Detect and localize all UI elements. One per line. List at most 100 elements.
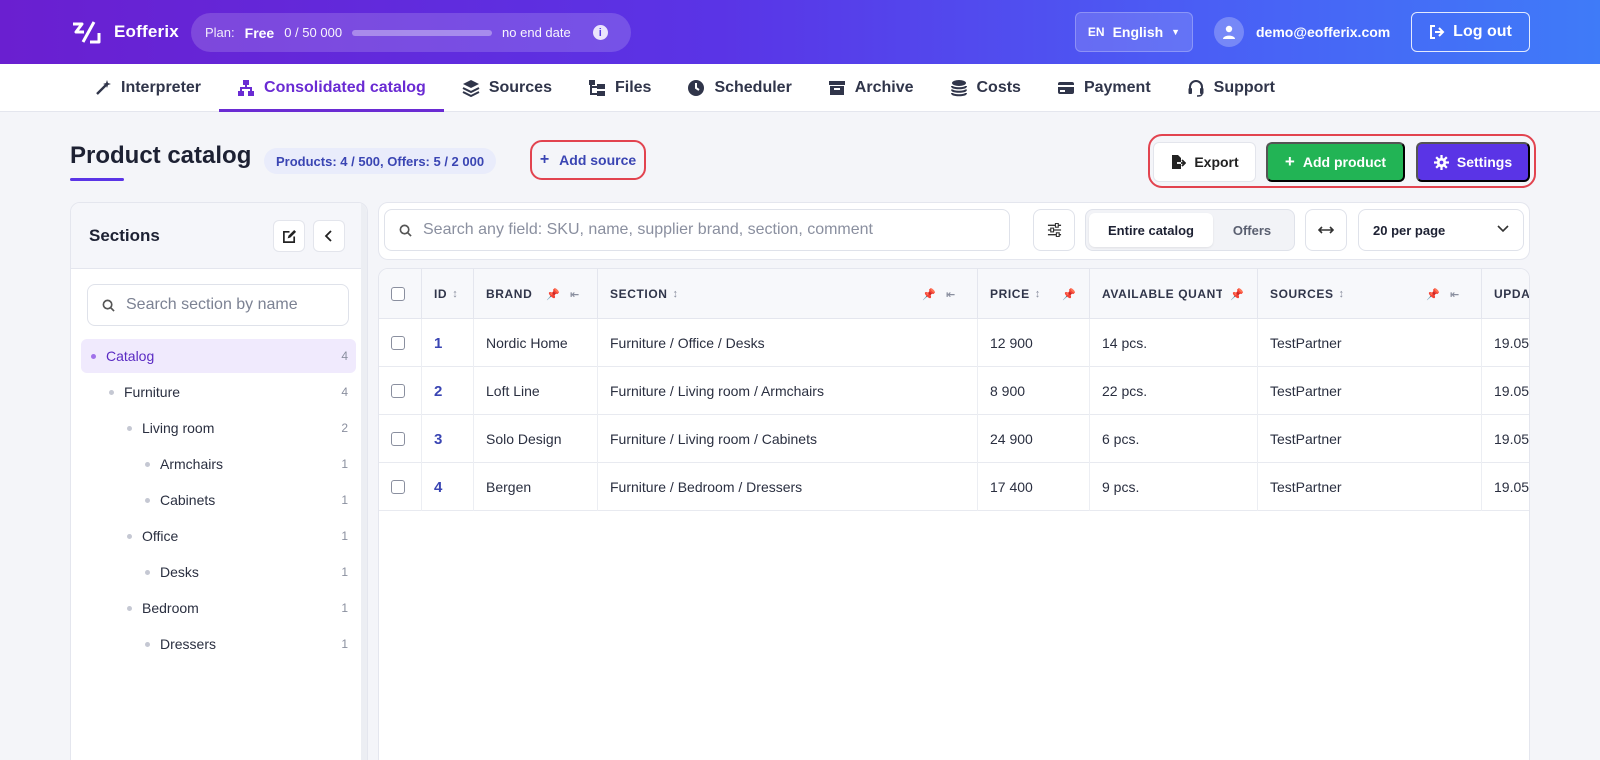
column-header-brand[interactable]: BRAND 📌 ⇤: [474, 269, 598, 319]
sidebar-item-label: Cabinets: [160, 492, 216, 508]
plan-tier: Free: [244, 24, 275, 41]
column-header-section[interactable]: SECTION ↕ 📌 ⇤: [598, 269, 978, 319]
sort-icon[interactable]: ↕: [452, 288, 458, 300]
sidebar-item-count: 1: [341, 601, 348, 615]
select-all-checkbox[interactable]: [391, 287, 405, 301]
row-checkbox[interactable]: [391, 336, 405, 350]
nav-label: Support: [1213, 79, 1275, 96]
cell-qty: 6 pcs.: [1090, 415, 1258, 463]
section-search-input[interactable]: Search section by name: [87, 284, 349, 326]
sidebar-item-desks[interactable]: Desks 1: [81, 555, 356, 589]
add-source-button[interactable]: + Add source: [530, 140, 646, 180]
user-email: demo@eofferix.com: [1256, 24, 1391, 40]
logo[interactable]: Eofferix: [70, 18, 179, 46]
collapse-column-icon[interactable]: ⇤: [946, 288, 956, 301]
nav-item-files[interactable]: Files: [570, 64, 669, 112]
user-menu[interactable]: demo@eofferix.com: [1214, 17, 1390, 47]
edit-sections-button[interactable]: [273, 220, 305, 252]
column-width-button[interactable]: [1305, 209, 1347, 251]
row-checkbox[interactable]: [391, 384, 405, 398]
sort-icon[interactable]: ↕: [1035, 288, 1041, 300]
table-row[interactable]: 4 Bergen Furniture / Bedroom / Dressers 17 …: [379, 463, 1529, 511]
cell-id[interactable]: 4: [422, 463, 474, 511]
settings-button[interactable]: Settings: [1416, 142, 1530, 182]
pin-icon[interactable]: 📌: [1230, 288, 1244, 301]
segment-entire-catalog[interactable]: Entire catalog: [1089, 213, 1213, 247]
nav-item-consolidated-catalog[interactable]: Consolidated catalog: [219, 64, 444, 112]
pin-icon[interactable]: 📌: [1426, 288, 1440, 301]
sidebar-item-bedroom[interactable]: Bedroom 1: [81, 591, 356, 625]
sidebar-scrollbar[interactable]: [361, 203, 367, 760]
logout-button[interactable]: Log out: [1411, 12, 1530, 52]
sidebar-item-office[interactable]: Office 1: [81, 519, 356, 553]
nav-item-payment[interactable]: Payment: [1039, 64, 1169, 112]
pin-icon[interactable]: 📌: [546, 288, 560, 301]
pin-icon[interactable]: 📌: [922, 288, 936, 301]
cell-id[interactable]: 2: [422, 367, 474, 415]
nav-item-archive[interactable]: Archive: [810, 64, 932, 112]
bullet-icon: [109, 389, 114, 395]
cell-brand: Bergen: [474, 463, 598, 511]
info-icon[interactable]: i: [592, 25, 608, 40]
chevron-left-icon: [324, 230, 332, 242]
sidebar-item-catalog[interactable]: Catalog 4: [81, 339, 356, 373]
column-header-price[interactable]: PRICE ↕ 📌: [978, 269, 1090, 319]
nav-item-support[interactable]: Support: [1169, 64, 1293, 112]
segment-offers[interactable]: Offers: [1213, 213, 1291, 247]
caret-down-icon: ▼: [1171, 27, 1181, 37]
bullet-icon: [145, 641, 150, 647]
column-header-updated[interactable]: UPDATED: [1482, 269, 1530, 319]
per-page-value: 20 per page: [1373, 222, 1446, 238]
table-row[interactable]: 3 Solo Design Furniture / Living room / Ca…: [379, 415, 1529, 463]
plan-usage: 0 / 50 000: [284, 25, 343, 40]
nav-item-sources[interactable]: Sources: [444, 64, 570, 112]
sidebar-item-dressers[interactable]: Dressers 1: [81, 627, 356, 661]
language-selector[interactable]: EN English ▼: [1075, 12, 1193, 52]
collapse-sidebar-button[interactable]: [313, 220, 345, 252]
cell-updated: 19.05: [1482, 463, 1529, 511]
language-name: English: [1112, 24, 1164, 40]
cell-id[interactable]: 3: [422, 415, 474, 463]
column-label: UPDATED: [1494, 287, 1530, 301]
cell-section: Furniture / Office / Desks: [598, 319, 978, 367]
logo-mark-icon: [73, 21, 101, 44]
column-label: SECTION: [610, 287, 668, 301]
filter-button[interactable]: [1033, 209, 1075, 251]
nav-item-scheduler[interactable]: Scheduler: [669, 64, 809, 112]
sidebar-item-furniture[interactable]: Furniture 4: [81, 375, 356, 409]
nav-item-costs[interactable]: Costs: [932, 64, 1039, 112]
catalog-search-input[interactable]: Search any field: SKU, name, supplier br…: [384, 209, 1010, 251]
sidebar-item-living-room[interactable]: Living room 2: [81, 411, 356, 445]
user-avatar-icon: [1214, 17, 1244, 47]
cell-updated: 19.05: [1482, 367, 1529, 415]
table-row[interactable]: 1 Nordic Home Furniture / Office / Desks 12…: [379, 319, 1529, 367]
plus-icon: +: [1284, 152, 1295, 171]
row-checkbox[interactable]: [391, 480, 405, 494]
sidebar-item-label: Living room: [142, 420, 215, 436]
collapse-column-icon[interactable]: ⇤: [570, 288, 580, 301]
row-checkbox[interactable]: [391, 432, 405, 446]
export-button[interactable]: Export: [1153, 142, 1256, 182]
sort-icon[interactable]: ↕: [1339, 288, 1345, 300]
cell-brand: Nordic Home: [474, 319, 598, 367]
bullet-icon: [145, 497, 150, 503]
column-header-available-quantity[interactable]: AVAILABLE QUANTITY 📌: [1090, 269, 1258, 319]
cell-id[interactable]: 1: [422, 319, 474, 367]
per-page-select[interactable]: 20 per page: [1358, 209, 1524, 251]
headset-icon: [1188, 80, 1204, 97]
sidebar-item-count: 4: [341, 385, 348, 399]
sidebar-item-cabinets[interactable]: Cabinets 1: [81, 483, 356, 517]
coins-icon: [950, 80, 967, 97]
plan-end-date: no end date: [502, 25, 571, 40]
add-product-button[interactable]: + Add product: [1266, 142, 1405, 182]
sidebar-item-count: 1: [341, 565, 348, 579]
column-header-id[interactable]: ID ↕: [422, 269, 474, 319]
table-row[interactable]: 2 Loft Line Furniture / Living room / Armc…: [379, 367, 1529, 415]
nav-item-interpreter[interactable]: Interpreter: [76, 64, 219, 112]
column-header-sources[interactable]: SOURCES ↕ 📌 ⇤: [1258, 269, 1482, 319]
sidebar-item-label: Catalog: [106, 348, 155, 364]
pin-icon[interactable]: 📌: [1062, 288, 1076, 301]
collapse-column-icon[interactable]: ⇤: [1450, 288, 1460, 301]
sort-icon[interactable]: ↕: [673, 288, 679, 300]
sidebar-item-armchairs[interactable]: Armchairs 1: [81, 447, 356, 481]
